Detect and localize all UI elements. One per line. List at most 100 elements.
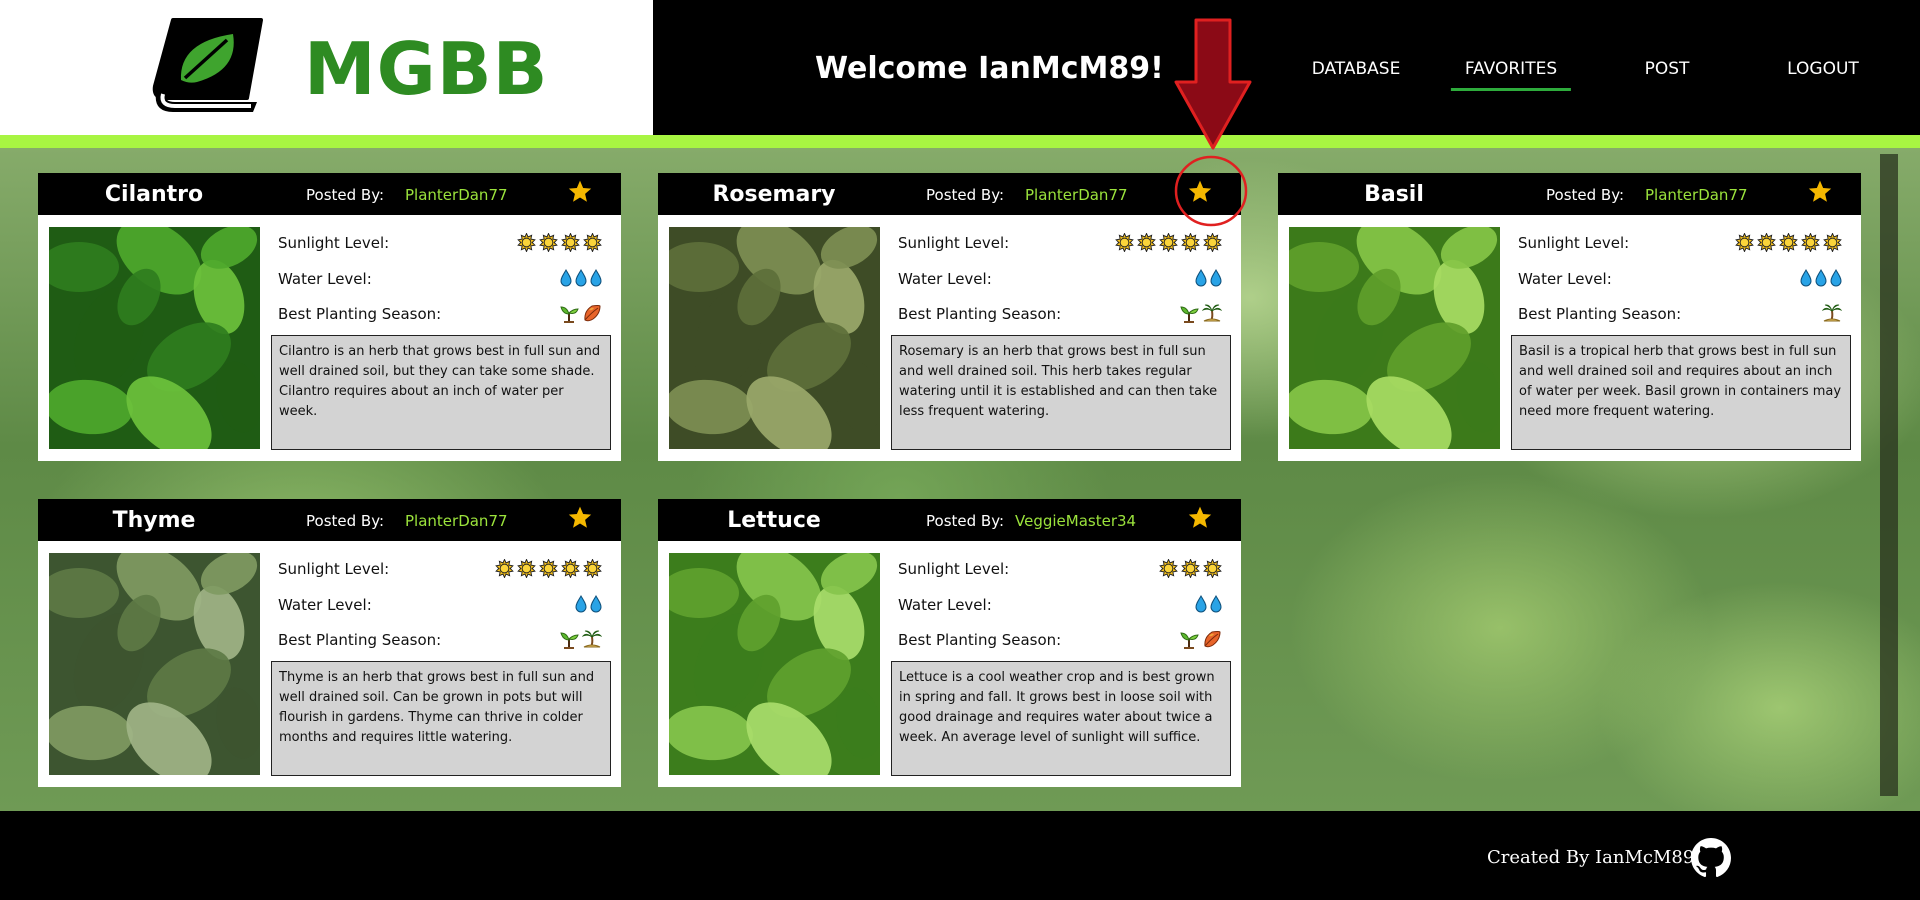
page-scrollbar[interactable] <box>1880 154 1898 796</box>
summer-season-icon <box>1202 303 1222 323</box>
poster-username[interactable]: PlanterDan77 <box>405 185 508 205</box>
sun-icon <box>1801 233 1820 252</box>
sun-icon <box>1159 559 1178 578</box>
sun-icon <box>1159 233 1178 252</box>
card-header: Thyme Posted By: PlanterDan77 <box>38 499 621 541</box>
logo-wordmark: MGBB <box>304 27 549 111</box>
water-label: Water Level: <box>278 596 372 614</box>
plant-description: Cilantro is an herb that grows best in f… <box>271 335 611 450</box>
accent-divider <box>0 135 1920 148</box>
sunlight-label: Sunlight Level: <box>278 560 390 578</box>
water-drop-icon <box>1195 595 1207 613</box>
plant-card-basil: Basil Posted By: PlanterDan77 Sunlight Leve… <box>1278 173 1861 461</box>
posted-by-label: Posted By: <box>1546 186 1625 204</box>
sunlight-rating <box>1159 559 1222 578</box>
water-rating <box>560 269 602 287</box>
plant-name[interactable]: Lettuce <box>727 507 821 535</box>
sun-icon <box>1203 559 1222 578</box>
nav-post[interactable]: POST <box>1645 58 1690 80</box>
plant-card-thyme: Thyme Posted By: PlanterDan77 Sunlight Leve… <box>38 499 621 787</box>
favorite-star-icon[interactable] <box>1187 505 1213 531</box>
poster-username[interactable]: PlanterDan77 <box>1025 185 1128 205</box>
water-drop-icon <box>590 595 602 613</box>
plant-name[interactable]: Basil <box>1364 181 1424 209</box>
water-drop-icon <box>1210 595 1222 613</box>
season-label: Best Planting Season: <box>278 631 442 649</box>
water-drop-icon <box>1830 269 1842 287</box>
water-rating <box>1195 595 1222 613</box>
summer-season-icon <box>582 629 602 649</box>
water-drop-icon <box>575 269 587 287</box>
poster-username[interactable]: PlanterDan77 <box>1645 185 1748 205</box>
season-icons <box>559 629 602 649</box>
fall-season-icon <box>582 303 602 323</box>
sun-icon <box>1735 233 1754 252</box>
plant-name[interactable]: Rosemary <box>712 181 835 209</box>
sun-icon <box>539 559 558 578</box>
plant-card-lettuce: Lettuce Posted By: VeggieMaster34 Sunlight … <box>658 499 1241 787</box>
spring-season-icon <box>1179 303 1199 323</box>
water-label: Water Level: <box>898 596 992 614</box>
summer-season-icon <box>1822 303 1842 323</box>
logo-area[interactable]: MGBB <box>0 0 653 135</box>
card-header: Lettuce Posted By: VeggieMaster34 <box>658 499 1241 541</box>
card-header: Rosemary Posted By: PlanterDan77 <box>658 173 1241 215</box>
plant-photo <box>49 227 260 449</box>
water-drop-icon <box>1800 269 1812 287</box>
card-header: Basil Posted By: PlanterDan77 <box>1278 173 1861 215</box>
plant-card-cilantro: Cilantro Posted By: PlanterDan77 Sunlight L… <box>38 173 621 461</box>
water-drop-icon <box>575 595 587 613</box>
plant-name[interactable]: Cilantro <box>105 181 203 209</box>
favorite-star-icon[interactable] <box>567 505 593 531</box>
plant-name[interactable]: Thyme <box>113 507 196 535</box>
poster-username[interactable]: VeggieMaster34 <box>1015 511 1136 531</box>
sunlight-label: Sunlight Level: <box>898 560 1010 578</box>
water-drop-icon <box>1210 269 1222 287</box>
spring-season-icon <box>559 303 579 323</box>
spring-season-icon <box>1179 629 1199 649</box>
posted-by-label: Posted By: <box>926 186 1005 204</box>
water-drop-icon <box>1195 269 1207 287</box>
sunlight-label: Sunlight Level: <box>898 234 1010 252</box>
spring-season-icon <box>559 629 579 649</box>
sun-icon <box>1181 233 1200 252</box>
water-label: Water Level: <box>278 270 372 288</box>
sun-icon <box>1181 559 1200 578</box>
favorite-star-icon[interactable] <box>1807 179 1833 205</box>
book-leaf-logo-icon <box>152 18 263 112</box>
welcome-message: Welcome IanMcM89! <box>815 51 1164 86</box>
sun-icon <box>1779 233 1798 252</box>
water-label: Water Level: <box>898 270 992 288</box>
water-rating <box>1800 269 1842 287</box>
sun-icon <box>1203 233 1222 252</box>
favorite-star-icon[interactable] <box>1187 179 1213 205</box>
site-header: MGBB Welcome IanMcM89! DATABASE FAVORITE… <box>0 0 1920 135</box>
sun-icon <box>583 559 602 578</box>
nav-favorites[interactable]: FAVORITES <box>1450 58 1572 91</box>
season-label: Best Planting Season: <box>1518 305 1682 323</box>
plant-card-rosemary: Rosemary Posted By: PlanterDan77 Sunlight L… <box>658 173 1241 461</box>
water-drop-icon <box>1815 269 1827 287</box>
github-icon[interactable] <box>1691 838 1731 878</box>
season-label: Best Planting Season: <box>278 305 442 323</box>
season-icons <box>1179 303 1222 323</box>
season-icons <box>1179 629 1222 649</box>
poster-username[interactable]: PlanterDan77 <box>405 511 508 531</box>
season-icons <box>1822 303 1842 323</box>
sun-icon <box>1137 233 1156 252</box>
water-rating <box>1195 269 1222 287</box>
sunlight-label: Sunlight Level: <box>1518 234 1630 252</box>
sun-icon <box>1823 233 1842 252</box>
plant-description: Lettuce is a cool weather crop and is be… <box>891 661 1231 776</box>
posted-by-label: Posted By: <box>306 186 385 204</box>
sun-icon <box>495 559 514 578</box>
plant-photo <box>1289 227 1500 449</box>
water-drop-icon <box>560 269 572 287</box>
sun-icon <box>539 233 558 252</box>
nav-logout[interactable]: LOGOUT <box>1787 58 1859 80</box>
sun-icon <box>561 559 580 578</box>
sunlight-label: Sunlight Level: <box>278 234 390 252</box>
nav-database[interactable]: DATABASE <box>1312 58 1401 80</box>
water-drop-icon <box>590 269 602 287</box>
favorite-star-icon[interactable] <box>567 179 593 205</box>
